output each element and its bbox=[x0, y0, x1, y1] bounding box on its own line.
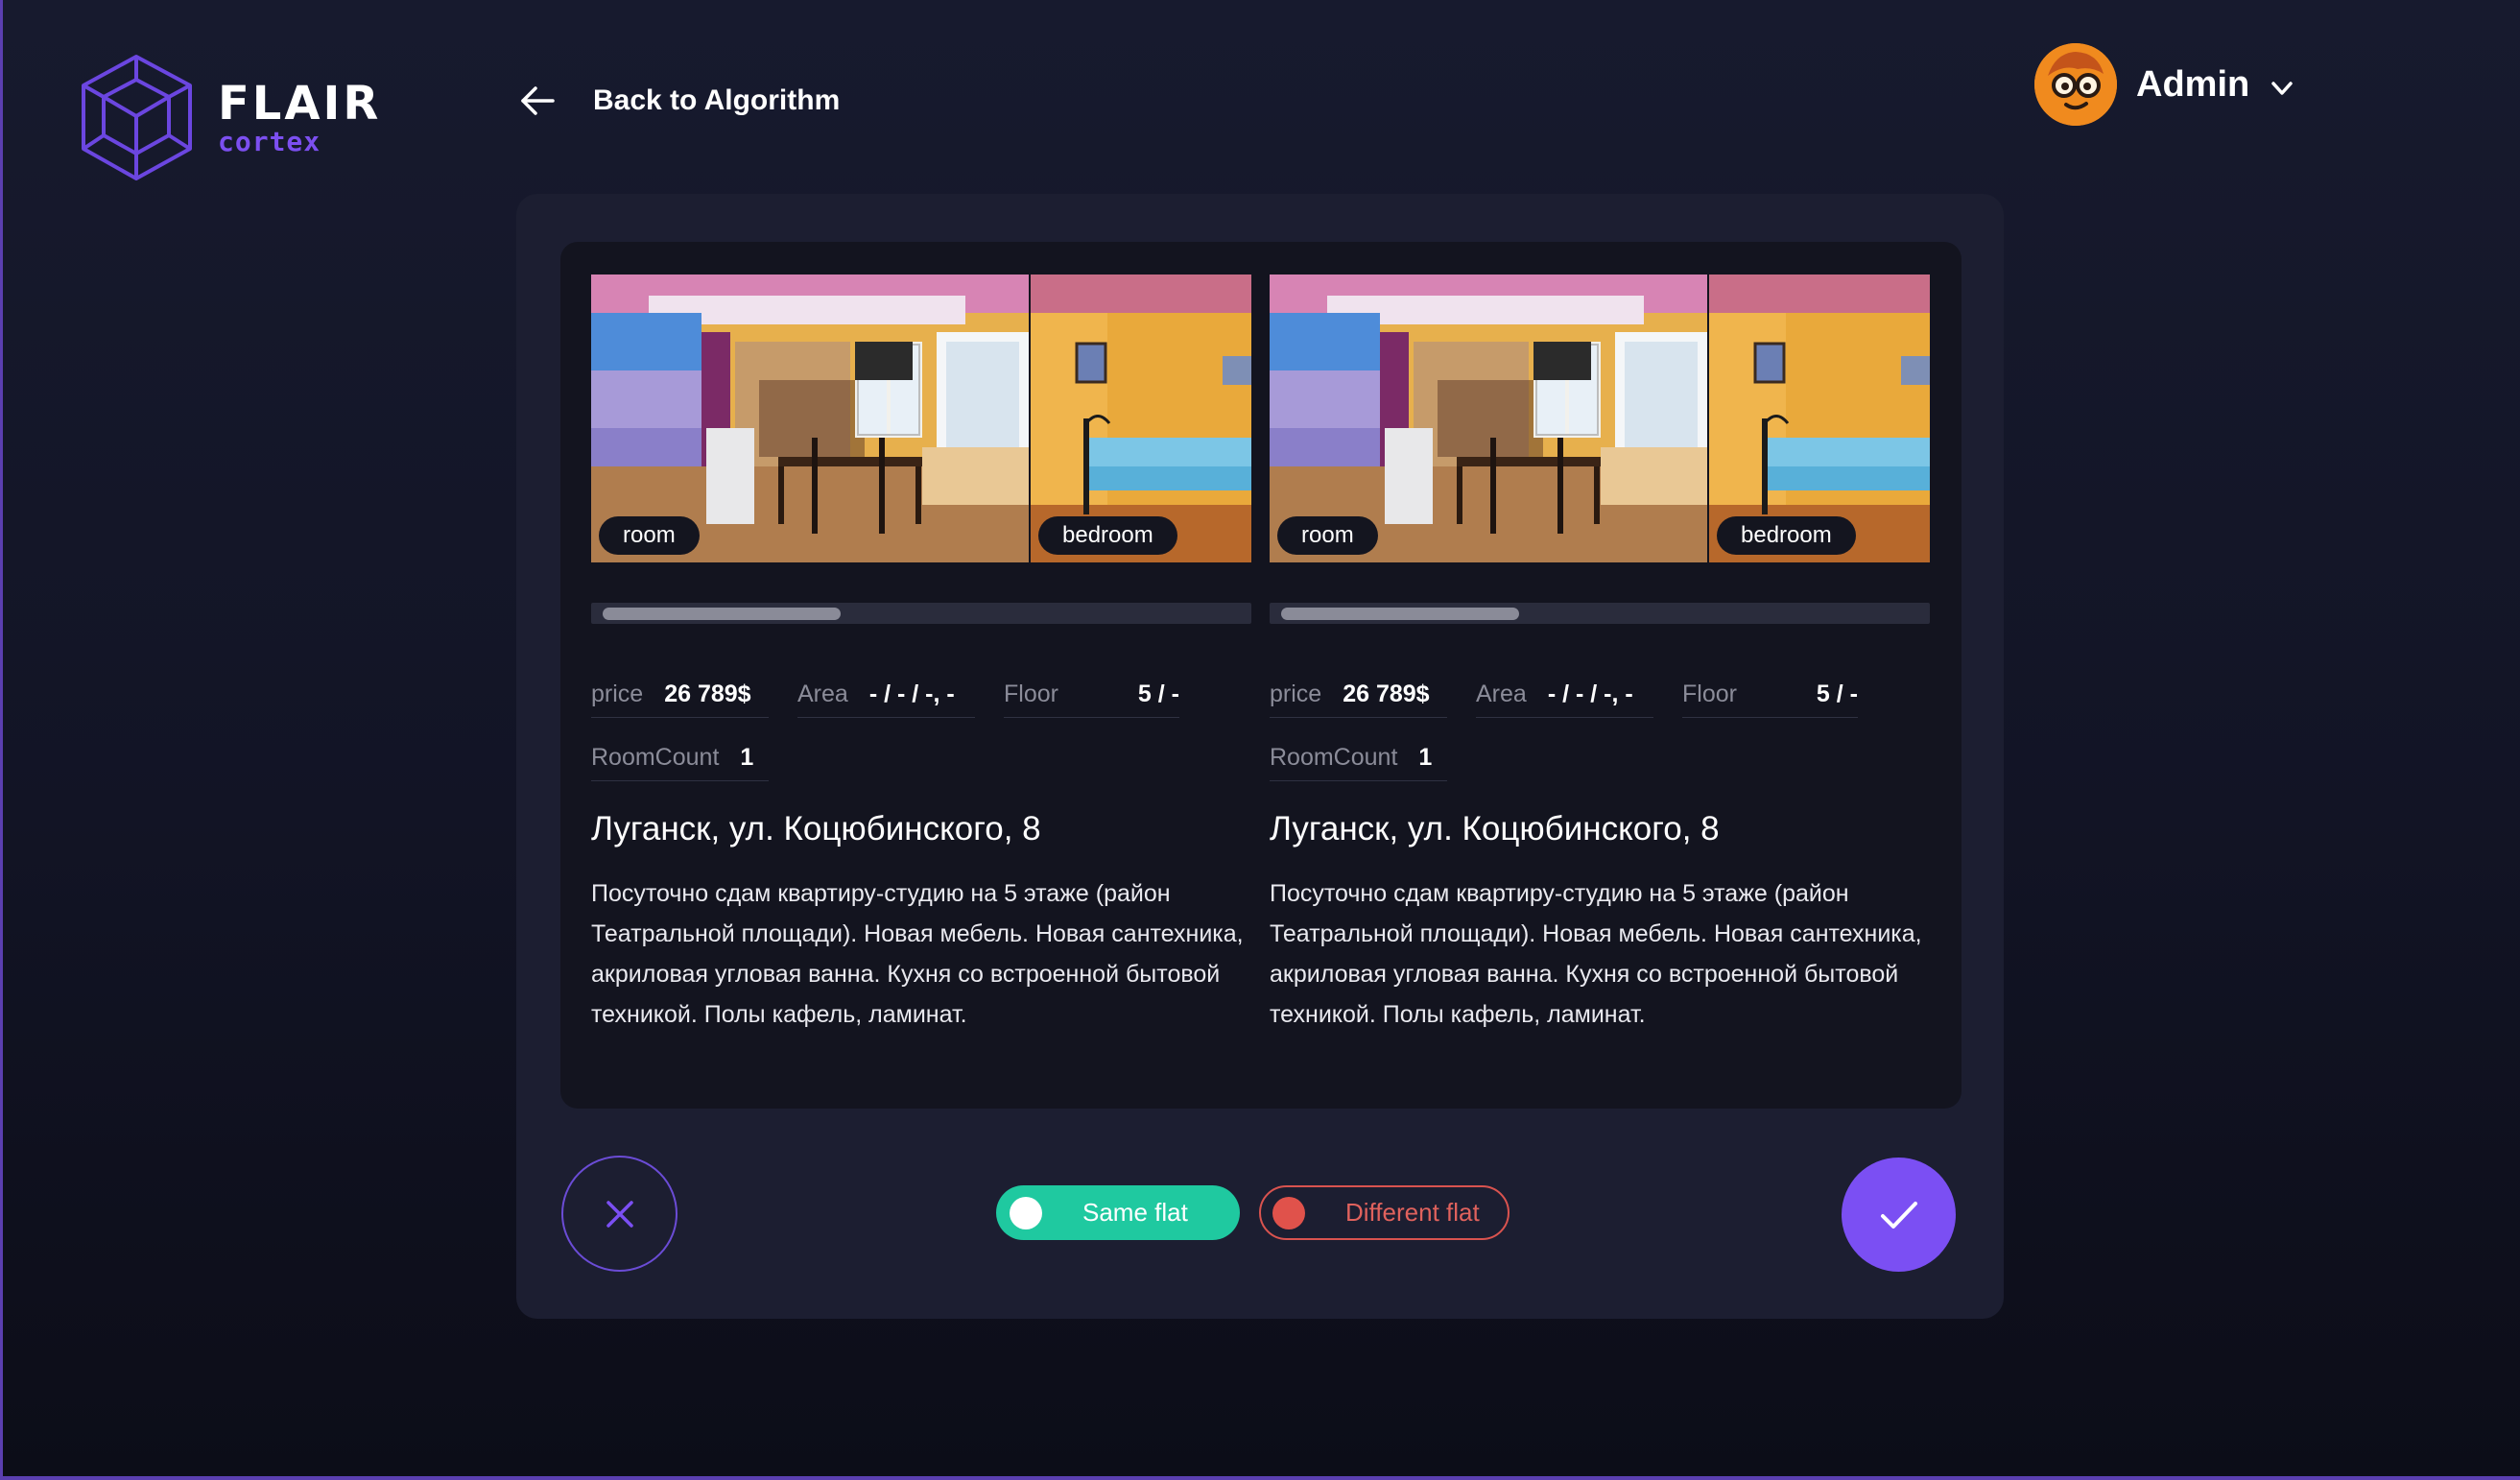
back-label: Back to Algorithm bbox=[593, 84, 841, 116]
listing-description: Посуточно сдам квартиру-студию на 5 этаж… bbox=[1270, 880, 1922, 1028]
photo-tag-room: room bbox=[1277, 516, 1378, 555]
floor-label: Floor bbox=[1004, 680, 1058, 707]
scrollbar-thumb[interactable] bbox=[603, 608, 841, 620]
arrow-left-icon bbox=[521, 86, 555, 115]
floor-field: Floor 5 / - bbox=[1682, 672, 1858, 718]
roomcount-value: 1 bbox=[1418, 744, 1433, 771]
photo-strip[interactable]: room bedroom bbox=[1270, 275, 1930, 562]
area-value: - / - / -, - bbox=[868, 680, 955, 707]
brand-sub: cortex bbox=[218, 125, 321, 157]
close-icon bbox=[606, 1200, 633, 1228]
floor-field: Floor 5 / - bbox=[1004, 672, 1179, 718]
area-label: Area bbox=[797, 680, 848, 707]
photo-tag-room: room bbox=[599, 516, 700, 555]
bedroom-photo[interactable]: bedroom bbox=[1709, 275, 1930, 562]
roomcount-label: RoomCount bbox=[1270, 744, 1398, 771]
bedroom-photo[interactable]: bedroom bbox=[1031, 275, 1251, 562]
price-field: price 26 789$ bbox=[591, 672, 769, 718]
user-name: Admin bbox=[2136, 63, 2250, 105]
different-flat-toggle[interactable]: Different flat bbox=[1259, 1185, 1510, 1240]
floor-label: Floor bbox=[1682, 680, 1737, 707]
chevron-down-icon bbox=[2271, 82, 2293, 95]
area-label: Area bbox=[1476, 680, 1527, 707]
area-field: Area - / - / -, - bbox=[797, 672, 975, 718]
photo-scrollbar[interactable] bbox=[591, 603, 1251, 624]
price-label: price bbox=[591, 680, 644, 707]
accept-button[interactable] bbox=[1842, 1158, 1956, 1272]
listing-description: Посуточно сдам квартиру-студию на 5 этаж… bbox=[591, 880, 1244, 1028]
check-icon bbox=[1880, 1201, 1917, 1229]
roomcount-value: 1 bbox=[740, 744, 754, 771]
area-value: - / - / -, - bbox=[1547, 680, 1633, 707]
scrollbar-thumb[interactable] bbox=[1281, 608, 1519, 620]
listing-address: Луганск, ул. Коцюбинского, 8 bbox=[1270, 810, 1720, 847]
area-field: Area - / - / -, - bbox=[1476, 672, 1653, 718]
same-flat-knob bbox=[1010, 1196, 1042, 1229]
avatar bbox=[2034, 43, 2117, 126]
back-to-algorithm-link[interactable]: Back to Algorithm bbox=[518, 82, 840, 120]
nerd-face-avatar-icon bbox=[2034, 43, 2117, 126]
listing-right: room bedroom price 26 789$ Area - / - / … bbox=[1270, 275, 1930, 1035]
floor-value: 5 / - bbox=[1816, 680, 1858, 707]
same-flat-label: Same flat bbox=[1082, 1198, 1188, 1227]
price-value: 26 789$ bbox=[1343, 680, 1430, 707]
brand-logo[interactable]: FLAIR cortex bbox=[77, 53, 381, 182]
brand-name: FLAIR bbox=[218, 76, 382, 131]
roomcount-field: RoomCount 1 bbox=[591, 735, 769, 781]
price-value: 26 789$ bbox=[664, 680, 751, 707]
property-list: price 26 789$ Area - / - / -, - Floor 5 … bbox=[591, 672, 1251, 781]
cube-logo-icon bbox=[82, 55, 192, 180]
room-photo[interactable]: room bbox=[591, 275, 1029, 562]
photo-strip[interactable]: room bedroom bbox=[591, 275, 1251, 562]
price-field: price 26 789$ bbox=[1270, 672, 1447, 718]
property-list: price 26 789$ Area - / - / -, - Floor 5 … bbox=[1270, 672, 1930, 781]
listing-address: Луганск, ул. Коцюбинского, 8 bbox=[591, 810, 1041, 847]
room-photo[interactable]: room bbox=[1270, 275, 1707, 562]
photo-scrollbar[interactable] bbox=[1270, 603, 1930, 624]
roomcount-field: RoomCount 1 bbox=[1270, 735, 1447, 781]
floor-value: 5 / - bbox=[1137, 680, 1179, 707]
price-label: price bbox=[1270, 680, 1322, 707]
different-flat-label: Different flat bbox=[1345, 1198, 1480, 1227]
listing-left: room bedroom price 26 789$ Area - / - / … bbox=[591, 275, 1251, 1035]
roomcount-label: RoomCount bbox=[591, 744, 720, 771]
photo-tag-bedroom: bedroom bbox=[1717, 516, 1856, 555]
reject-button[interactable] bbox=[561, 1156, 678, 1272]
user-menu[interactable]: Admin bbox=[2034, 43, 2295, 126]
same-flat-toggle[interactable]: Same flat bbox=[996, 1185, 1240, 1240]
photo-tag-bedroom: bedroom bbox=[1038, 516, 1177, 555]
different-flat-knob bbox=[1272, 1196, 1305, 1229]
